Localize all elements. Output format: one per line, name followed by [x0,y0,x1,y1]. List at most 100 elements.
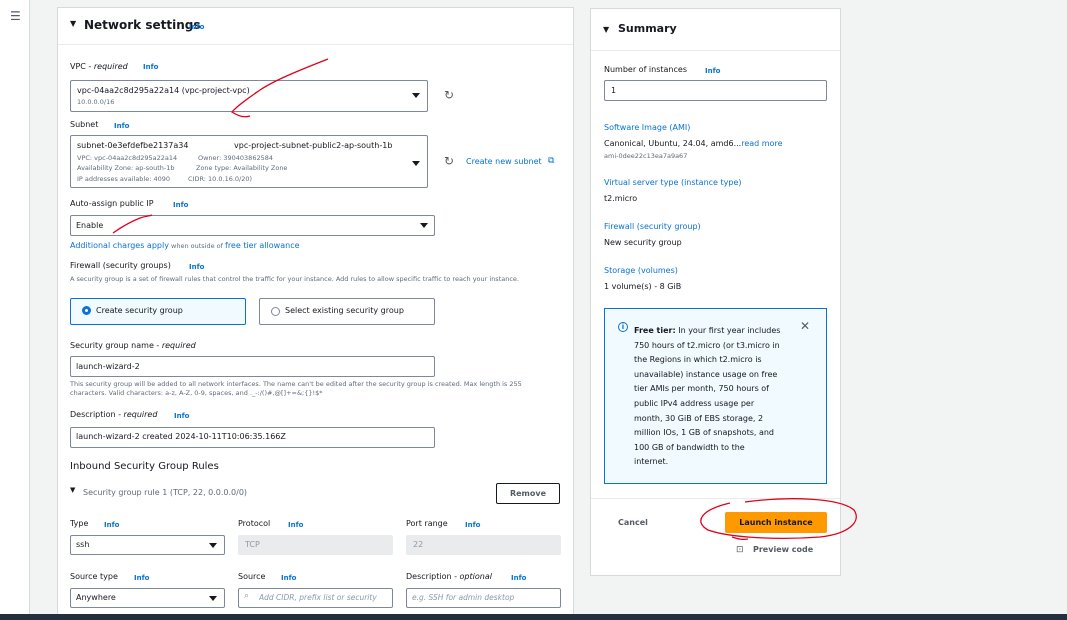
protocol-info-link[interactable]: Info [288,521,303,529]
collapse-triangle-icon[interactable]: ▼ [70,19,76,28]
subnet-info-link[interactable]: Info [114,122,129,130]
refresh-icon[interactable]: ↻ [444,88,454,102]
type-info-link[interactable]: Info [104,521,119,529]
port-info-link[interactable]: Info [465,521,480,529]
instance-type-link[interactable]: Virtual server type (instance type) [604,178,742,187]
bottom-taskbar-strip [0,614,1067,620]
auto-ip-value: Enable [76,221,104,230]
instances-input[interactable] [604,80,827,101]
menu-icon[interactable]: ☰ [10,9,21,23]
source-type-value: Anywhere [76,593,116,602]
subnet-ips: IP addresses available: 4090 [77,175,171,183]
network-settings-title: Network settings [84,18,201,32]
summary-title: Summary [618,22,677,35]
charges-link[interactable]: Additional charges apply [70,241,169,250]
protocol-field [238,535,393,555]
sg-name-label: Security group name - required [70,341,196,350]
rule-description-placeholder: e.g. SSH for admin desktop [412,593,515,602]
summary-footer-divider [591,498,840,499]
preview-code-button[interactable]: Preview code [753,545,813,554]
free-tier-link[interactable]: free tier allowance [225,241,300,250]
section-divider [58,44,573,45]
chevron-down-icon [209,543,217,548]
auto-ip-info-link[interactable]: Info [173,201,188,209]
vpc-select-value: vpc-04aa2c8d295a22a14 (vpc-project-vpc) [77,86,250,95]
side-nav-strip [0,0,30,616]
info-circle-icon: i [618,322,628,332]
auto-ip-label: Auto-assign public IP [70,199,154,208]
protocol-label: Protocol [238,519,271,528]
chevron-down-icon [412,161,420,166]
instances-info-link[interactable]: Info [705,67,720,75]
source-type-info-link[interactable]: Info [134,574,149,582]
subnet-label: Subnet [70,120,99,129]
remove-rule-button[interactable]: Remove [496,483,560,504]
chevron-down-icon [412,93,420,98]
instance-type-value: t2.micro [604,194,638,203]
instances-value: 1 [611,86,617,95]
free-tier-line-7: month, 30 GiB of EBS storage, 2 [634,413,764,423]
radio-unselected-icon [271,307,280,316]
cancel-button[interactable]: Cancel [618,518,648,527]
vpc-info-link[interactable]: Info [143,63,158,71]
rule-expand-icon[interactable]: ▼ [70,486,75,494]
subnet-zone-type: Zone type: Availability Zone [196,164,288,172]
protocol-value: TCP [245,540,260,549]
rule-description-info-link[interactable]: Info [511,574,526,582]
source-info-link[interactable]: Info [281,574,296,582]
type-select[interactable] [70,535,225,555]
external-link-icon: ⧉ [548,156,555,166]
sg-name-help: This security group will be added to all… [70,380,522,397]
subnet-cidr: CIDR: 10.0.16.0/20) [188,175,253,183]
sg-description-value: launch-wizard-2 created 2024-10-11T10:06… [76,432,286,441]
select-sg-label: Select existing security group [285,306,404,315]
summary-divider [591,50,840,51]
read-more-link[interactable]: read more [741,139,782,148]
launch-instance-button[interactable]: Launch instance [725,512,827,533]
type-value: ssh [76,540,90,549]
firewall-summary-link[interactable]: Firewall (security group) [604,222,701,231]
subnet-az: Availability Zone: ap-south-1b [77,164,175,172]
firewall-description: A security group is a set of firewall ru… [70,275,519,283]
free-tier-line-8: million IOs, 1 GB of snapshots, and [634,428,775,438]
vpc-cidr: 10.0.0.0/16 [77,98,115,106]
subnet-owner: Owner: 390403862584 [198,154,273,162]
description-info-link[interactable]: Info [174,412,189,420]
instances-label: Number of instances [604,65,687,74]
free-tier-line-9: 100 GB of bandwidth to the [634,442,745,452]
subnet-id: subnet-0e3efdefbe2137a34 [77,141,189,150]
radio-selected-icon [82,306,91,315]
inbound-rules-title: Inbound Security Group Rules [70,461,219,472]
firewall-summary-value: New security group [604,238,682,247]
storage-link[interactable]: Storage (volumes) [604,266,678,275]
source-label: Source [238,572,266,581]
create-subnet-link[interactable]: Create new subnet [466,157,542,166]
search-icon: ⌕ [244,591,250,601]
free-tier-line-10: internet. [634,457,669,467]
type-label: Type [70,519,89,528]
network-info-link[interactable]: Info [189,23,204,31]
firewall-info-link[interactable]: Info [189,263,204,271]
ami-link[interactable]: Software Image (AMI) [604,123,690,132]
ami-value: Canonical, Ubuntu, 24.04, amd6...read mo… [604,139,783,148]
free-tier-line-3: the Regions in which t2.micro is [634,355,762,365]
ami-id: ami-0dee22c13ea7a9a67 [604,152,688,160]
chevron-down-icon [209,596,217,601]
summary-collapse-icon[interactable]: ▼ [603,25,609,34]
create-sg-label: Create security group [96,306,183,315]
vpc-label: VPC - required [70,62,128,71]
code-icon: ⊡ [736,545,744,555]
sg-name-value: launch-wizard-2 [76,362,140,371]
free-tier-line-4: unavailable) instance usage on free [634,369,778,379]
vpc-select[interactable] [70,80,428,112]
auto-ip-select[interactable] [70,215,435,236]
source-type-label: Source type [70,572,118,581]
refresh-icon[interactable]: ↻ [444,154,454,168]
rule-title: Security group rule 1 (TCP, 22, 0.0.0.0/… [83,488,248,497]
firewall-label: Firewall (security groups) [70,261,171,270]
charges-note: Additional charges apply when outside of… [70,241,300,250]
source-placeholder: Add CIDR, prefix list or security [259,593,377,602]
sg-description-label: Description - required [70,410,158,419]
free-tier-text: Free tier: In your first year includes 7… [634,324,814,470]
subnet-name: vpc-project-subnet-public2-ap-south-1b [234,141,393,150]
